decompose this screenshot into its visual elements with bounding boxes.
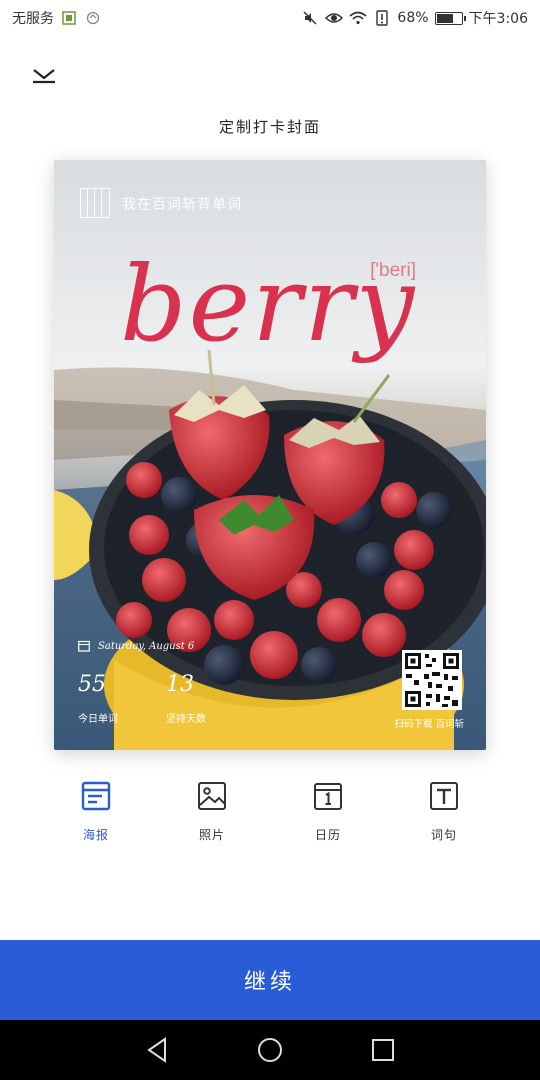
- text-icon: [428, 780, 460, 812]
- collapse-button[interactable]: [28, 60, 60, 92]
- streak-days-label: 坚持天数: [166, 714, 206, 725]
- vpn-icon: [84, 9, 102, 27]
- brand-logo-icon: [80, 188, 110, 218]
- calendar-small-icon: [78, 640, 90, 652]
- poster-preview[interactable]: 我在百词斩背单词 ['beri] berry Saturday, August …: [54, 160, 486, 750]
- word-title: berry: [120, 243, 417, 365]
- wifi-icon: [349, 9, 367, 27]
- poster-icon: [80, 780, 112, 812]
- poster-date-row: Saturday, August 6: [78, 640, 194, 652]
- sim-icon: [60, 9, 78, 27]
- eye-icon: [325, 9, 344, 27]
- tab-text[interactable]: 词句: [394, 780, 494, 843]
- tab-photo-label: 照片: [198, 828, 225, 842]
- tab-calendar-label: 日历: [314, 828, 341, 842]
- home-circle-icon: [257, 1038, 282, 1062]
- system-nav-bar: [0, 1020, 540, 1080]
- battery-icon: [434, 11, 466, 25]
- status-left: 无服务: [12, 8, 102, 28]
- image-icon: [196, 780, 228, 812]
- tab-poster-label: 海报: [82, 828, 109, 842]
- recents-square-icon: [372, 1039, 395, 1061]
- page-title: 定制打卡封面: [218, 118, 321, 136]
- tab-calendar[interactable]: 日历: [278, 780, 378, 843]
- qr-code-icon: [402, 650, 462, 710]
- status-right: 68% 下午3:06: [301, 8, 528, 28]
- tab-photo[interactable]: 照片: [162, 780, 262, 843]
- brand-text: 我在百词斩背单词: [122, 197, 242, 213]
- nav-back-button[interactable]: [142, 1035, 172, 1065]
- words-today-count: 55: [78, 672, 106, 697]
- alert-icon: [373, 9, 391, 27]
- continue-button[interactable]: 继续: [0, 940, 540, 1020]
- qr-caption: 扫码下载 百词斩: [394, 719, 464, 730]
- nav-recents-button[interactable]: [368, 1035, 398, 1065]
- words-today-label: 今日单词: [78, 714, 118, 725]
- battery-fill: [436, 13, 453, 23]
- battery-percent: 68%: [397, 10, 429, 26]
- cover-style-tabs: 海报 照片 日历 词句: [0, 780, 540, 860]
- chevron-down-icon: [33, 69, 55, 84]
- nav-home-button[interactable]: [255, 1035, 285, 1065]
- tab-text-label: 词句: [430, 828, 457, 842]
- tab-poster[interactable]: 海报: [46, 780, 146, 843]
- mute-icon: [301, 9, 319, 27]
- back-triangle-icon: [146, 1037, 166, 1063]
- streak-days-count: 13: [166, 672, 194, 697]
- clock-time: 下午3:06: [468, 11, 528, 27]
- poster-date: Saturday, August 6: [98, 640, 195, 652]
- calendar-icon: [312, 780, 344, 812]
- carrier-text: 无服务: [12, 11, 54, 27]
- status-bar: 无服务 68% 下午3:06: [0, 0, 540, 36]
